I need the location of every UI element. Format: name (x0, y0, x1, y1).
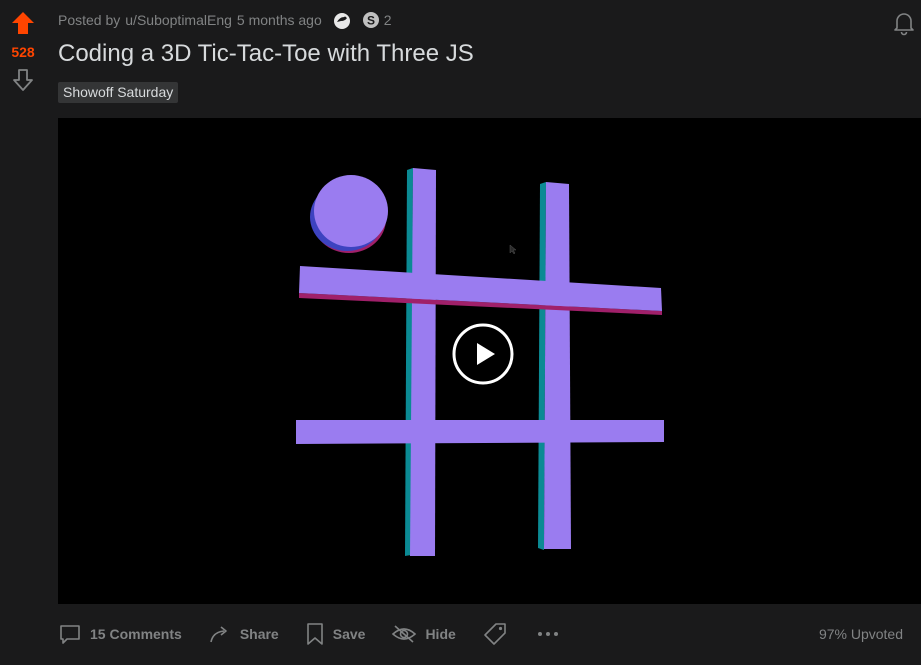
more-icon[interactable] (536, 624, 560, 644)
post-meta: Posted by u/SuboptimalEng 5 months ago S… (58, 10, 392, 30)
hide-eye-icon (392, 625, 417, 643)
post-title[interactable]: Coding a 3D Tic-Tac-Toe with Three JS (58, 40, 474, 68)
share-button[interactable]: Share (208, 622, 279, 646)
play-icon[interactable] (452, 323, 514, 385)
comments-button[interactable]: 15 Comments (58, 622, 182, 646)
bell-icon[interactable] (891, 10, 917, 36)
flair-tag-button[interactable] (482, 621, 516, 647)
upvote-arrow-icon[interactable] (10, 10, 36, 36)
svg-text:S: S (367, 14, 375, 28)
flair-badge[interactable]: Showoff Saturday (58, 82, 179, 103)
comments-label: 15 Comments (90, 626, 182, 642)
hide-button[interactable]: Hide (391, 622, 456, 646)
post-age[interactable]: 5 months ago (237, 12, 322, 28)
vote-column: 528 (0, 0, 46, 665)
comment-icon (60, 625, 80, 644)
award-count: 2 (383, 12, 392, 28)
hide-label: Hide (425, 626, 456, 642)
tag-icon (483, 623, 506, 645)
post-actions-bar: 15 Comments Share Save Hide 97% Upvoted (58, 614, 913, 654)
upvote-ratio: 97% Upvoted (818, 626, 903, 642)
bookmark-icon (306, 623, 323, 645)
silver-award-icon[interactable]: S (362, 11, 380, 29)
award-icon[interactable] (332, 10, 352, 30)
author-link[interactable]: u/SuboptimalEng (125, 12, 232, 28)
save-label: Save (332, 626, 366, 642)
share-icon (210, 626, 227, 643)
downvote-arrow-icon[interactable] (11, 68, 35, 92)
share-label: Share (239, 626, 279, 642)
posted-by-label: Posted by (58, 12, 121, 28)
vote-score: 528 (11, 44, 35, 60)
save-button[interactable]: Save (305, 622, 366, 646)
video-player[interactable] (58, 118, 921, 604)
